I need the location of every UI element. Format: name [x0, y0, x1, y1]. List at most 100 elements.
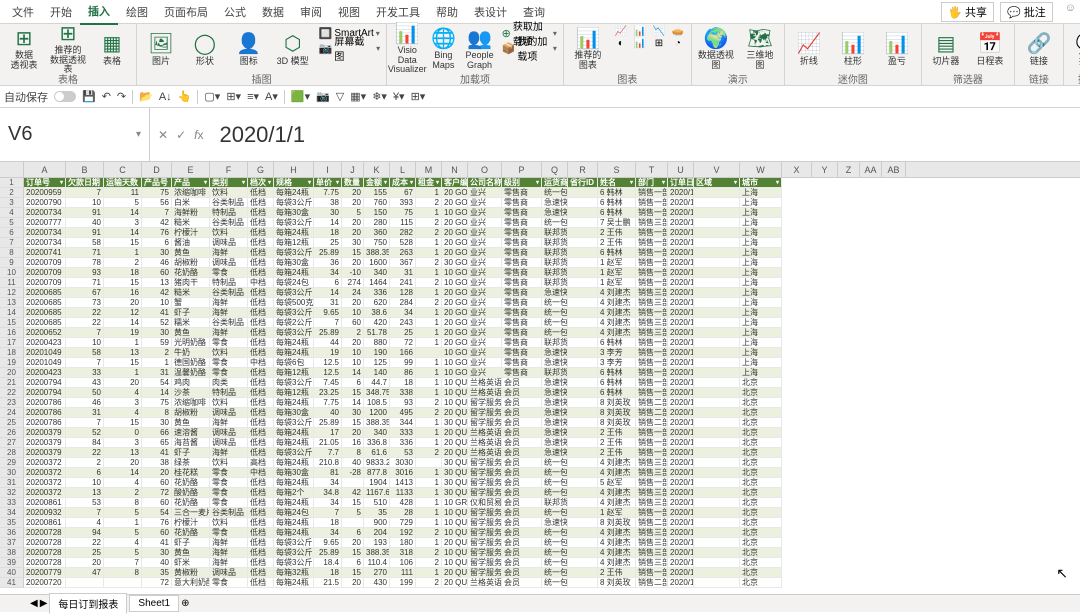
cell[interactable]: 低档: [248, 198, 274, 208]
cell[interactable]: 会员: [502, 518, 542, 528]
merge-icon[interactable]: ⊞▾: [226, 90, 241, 103]
cell[interactable]: 2020/1/1 华北: [668, 528, 694, 538]
cell[interactable]: 20 GOURL: [442, 198, 468, 208]
cell[interactable]: 4: [104, 538, 142, 548]
chart-type-icon[interactable]: 📈: [612, 26, 630, 37]
chart-type-icon[interactable]: ◐: [612, 38, 630, 49]
cell[interactable]: [568, 568, 598, 578]
cell[interactable]: 销售二部: [636, 418, 668, 428]
cell[interactable]: 北京: [740, 578, 782, 588]
cell[interactable]: 20200379: [24, 448, 66, 458]
cell[interactable]: 北京: [740, 438, 782, 448]
cell[interactable]: 仪和贸易: [468, 498, 502, 508]
cell[interactable]: 调味品: [210, 428, 248, 438]
conditional-icon[interactable]: ▦▾: [350, 90, 366, 103]
cell[interactable]: 急速快递: [542, 378, 568, 388]
column-header[interactable]: H: [274, 162, 314, 177]
cell[interactable]: 20 QUEDE: [442, 578, 468, 588]
cell[interactable]: 低档: [248, 298, 274, 308]
cell[interactable]: 1: [416, 288, 442, 298]
cell[interactable]: 14: [314, 218, 342, 228]
table-row[interactable]: 1320200685732010蟹海鲜低档每袋500克3120620284220…: [0, 298, 1080, 308]
ribbon-btn[interactable]: 📊柱形: [833, 26, 873, 70]
cell[interactable]: 销售二部: [636, 578, 668, 588]
cell[interactable]: 30 GOURL: [442, 258, 468, 268]
cell[interactable]: 10 QUEEN: [442, 528, 468, 538]
sheet-tab[interactable]: Sheet1: [129, 595, 179, 612]
cell[interactable]: 花奶酪: [172, 478, 210, 488]
filter-icon[interactable]: ▾: [268, 178, 271, 188]
cell[interactable]: 低档: [248, 408, 274, 418]
cell[interactable]: 1133: [390, 488, 416, 498]
cell[interactable]: 2: [104, 488, 142, 498]
cell[interactable]: 急速快递: [542, 348, 568, 358]
cell[interactable]: 零售商: [502, 268, 542, 278]
cell[interactable]: 193: [364, 538, 390, 548]
cell[interactable]: 2020/1/1 华东: [668, 198, 694, 208]
cell[interactable]: 1600: [364, 258, 390, 268]
cell[interactable]: 6 韩林: [598, 338, 636, 348]
cell[interactable]: 46: [66, 398, 104, 408]
cell[interactable]: 每袋3公斤: [274, 538, 314, 548]
column-header[interactable]: D: [142, 162, 172, 177]
cell[interactable]: 528: [390, 238, 416, 248]
cell[interactable]: 急速快递: [542, 358, 568, 368]
cell[interactable]: 销售一部: [636, 268, 668, 278]
chart-type-icon[interactable]: ⊞: [650, 38, 668, 49]
cell[interactable]: 13: [104, 348, 142, 358]
cell[interactable]: 15: [342, 418, 364, 428]
cell[interactable]: [694, 368, 740, 378]
cell[interactable]: [568, 238, 598, 248]
cell[interactable]: 急速快递: [542, 198, 568, 208]
cell[interactable]: 每箱24瓶: [274, 438, 314, 448]
table-row[interactable]: 182020104958132牛奶饮料低档每箱24瓶191019016610 G…: [0, 348, 1080, 358]
cell[interactable]: 1 赵军: [598, 278, 636, 288]
filter-icon[interactable]: ▾: [734, 178, 737, 188]
cell[interactable]: 2 王伟: [598, 438, 636, 448]
cell[interactable]: 零售商: [502, 278, 542, 288]
cell[interactable]: 128: [390, 288, 416, 298]
cell[interactable]: 14: [142, 388, 172, 398]
cell[interactable]: 销售一部: [636, 368, 668, 378]
cell[interactable]: 51.78: [364, 328, 390, 338]
cell[interactable]: 会员: [502, 378, 542, 388]
cell[interactable]: 会员: [502, 528, 542, 538]
cell[interactable]: 241: [390, 278, 416, 288]
cell[interactable]: 销售一部: [636, 478, 668, 488]
cell[interactable]: 北京: [740, 568, 782, 578]
cell[interactable]: [568, 318, 598, 328]
cell[interactable]: 北京: [740, 548, 782, 558]
cell[interactable]: 兰格英语: [468, 448, 502, 458]
cell[interactable]: 低档: [248, 308, 274, 318]
cell[interactable]: 10: [142, 298, 172, 308]
table-row[interactable]: 92020070978246胡椒粉调味品低档每箱30盒3620160036723…: [0, 258, 1080, 268]
cell[interactable]: 393: [390, 198, 416, 208]
cell[interactable]: 10 QUEEN: [442, 508, 468, 518]
cell[interactable]: 每箱12瓶: [274, 388, 314, 398]
table-row[interactable]: 202020042333131温馨奶酪零食低档每箱12瓶12.514140861…: [0, 368, 1080, 378]
cell[interactable]: 6: [342, 528, 364, 538]
tab-review[interactable]: 审阅: [292, 0, 330, 24]
filter-icon[interactable]: ▾: [384, 178, 387, 188]
cell[interactable]: 204: [364, 528, 390, 538]
cell[interactable]: 75: [390, 208, 416, 218]
ribbon-btn[interactable]: 👥People Graph: [463, 26, 495, 70]
cell[interactable]: 统一包裹: [542, 218, 568, 228]
cell[interactable]: 166: [390, 348, 416, 358]
cell[interactable]: 联邦货运: [542, 228, 568, 238]
cell[interactable]: 业兴: [468, 188, 502, 198]
filter-icon[interactable]: ▾: [536, 178, 539, 188]
cell[interactable]: 糙米: [172, 288, 210, 298]
chart-type-icon[interactable]: 📊: [631, 38, 649, 49]
cell[interactable]: 20 GOURL: [442, 318, 468, 328]
cell[interactable]: 67: [390, 188, 416, 198]
cell[interactable]: 2020/1/1 华北: [668, 418, 694, 428]
cell[interactable]: 会员: [502, 448, 542, 458]
cell[interactable]: 25.89: [314, 418, 342, 428]
cell[interactable]: 20: [342, 578, 364, 588]
cell[interactable]: 德国奶酪: [172, 358, 210, 368]
cell[interactable]: 留学服务中心: [468, 548, 502, 558]
cell[interactable]: 20200728: [24, 558, 66, 568]
cell[interactable]: 20 GOURL: [442, 218, 468, 228]
cell[interactable]: 调味品: [210, 408, 248, 418]
